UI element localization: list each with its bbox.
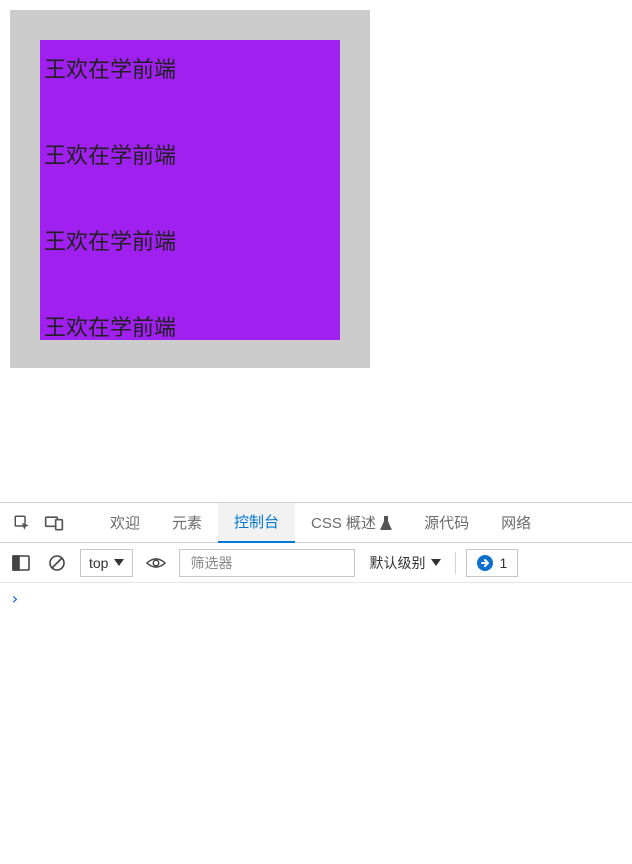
list-item: 王欢在学前端	[40, 298, 340, 340]
divider	[455, 552, 456, 574]
tab-network[interactable]: 网络	[485, 503, 547, 543]
console-prompt: ›	[10, 589, 20, 608]
execution-context-selector[interactable]: top	[80, 549, 133, 577]
issues-count: 1	[499, 555, 507, 571]
beaker-icon	[380, 516, 392, 530]
filter-input[interactable]	[179, 549, 355, 577]
devtools-panel: 欢迎 元素 控制台 CSS 概述 源代码 网络 top	[0, 502, 632, 864]
tab-css-overview[interactable]: CSS 概述	[295, 503, 408, 543]
devtools-tabbar: 欢迎 元素 控制台 CSS 概述 源代码 网络	[0, 503, 632, 543]
console-body[interactable]: ›	[0, 583, 632, 864]
live-expression-icon[interactable]	[143, 550, 169, 576]
list-item: 王欢在学前端	[40, 40, 340, 126]
tab-console[interactable]: 控制台	[218, 503, 295, 543]
tab-label: CSS 概述	[311, 512, 376, 533]
info-icon	[477, 555, 493, 571]
content-list: 王欢在学前端 王欢在学前端 王欢在学前端 王欢在学前端 王欢在学前端	[40, 40, 340, 340]
tab-sources[interactable]: 源代码	[408, 503, 485, 543]
chevron-down-icon	[431, 559, 441, 566]
list-item: 王欢在学前端	[40, 126, 340, 212]
scrollable-box[interactable]: 王欢在学前端 王欢在学前端 王欢在学前端 王欢在学前端 王欢在学前端	[40, 40, 340, 340]
chevron-down-icon	[114, 559, 124, 566]
issues-button[interactable]: 1	[466, 549, 518, 577]
levels-label: 默认级别	[369, 553, 425, 573]
toggle-sidebar-icon[interactable]	[8, 550, 34, 576]
log-levels-selector[interactable]: 默认级别	[365, 553, 445, 573]
clear-console-icon[interactable]	[44, 550, 70, 576]
tab-welcome[interactable]: 欢迎	[94, 503, 156, 543]
tab-elements[interactable]: 元素	[156, 503, 218, 543]
list-item: 王欢在学前端	[40, 212, 340, 298]
device-toggle-icon[interactable]	[38, 507, 70, 539]
context-label: top	[89, 555, 108, 571]
inspect-icon[interactable]	[6, 507, 38, 539]
outer-container: 王欢在学前端 王欢在学前端 王欢在学前端 王欢在学前端 王欢在学前端	[10, 10, 370, 368]
console-toolbar: top 默认级别 1	[0, 543, 632, 583]
page-content: 王欢在学前端 王欢在学前端 王欢在学前端 王欢在学前端 王欢在学前端	[0, 0, 632, 502]
